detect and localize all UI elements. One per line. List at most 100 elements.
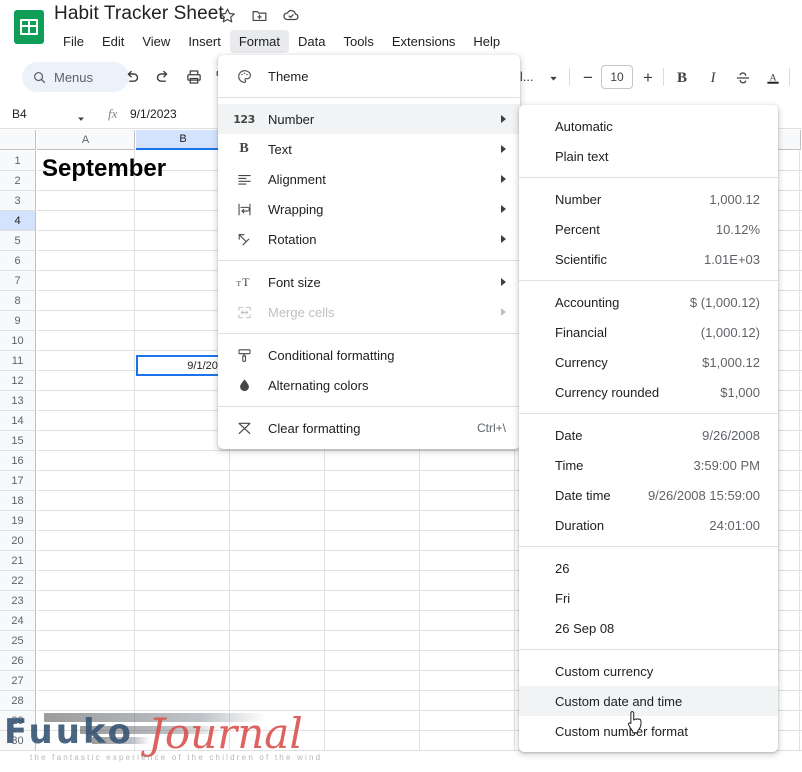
grid-cell[interactable] [37,471,135,491]
grid-cell[interactable] [325,491,420,511]
grid-cell[interactable] [420,631,515,651]
grid-cell[interactable] [135,571,230,591]
number-format-item-26-sep-08[interactable]: 26 Sep 08 [519,613,778,643]
grid-cell[interactable] [135,291,230,311]
menu-help[interactable]: Help [464,30,509,53]
grid-cell[interactable] [37,511,135,531]
grid-cell[interactable] [230,591,325,611]
grid-cell[interactable] [230,631,325,651]
grid-cell[interactable] [37,531,135,551]
grid-cell[interactable] [135,231,230,251]
formula-input[interactable]: 9/1/2023 [130,106,177,123]
number-format-item-scientific[interactable]: Scientific 1.01E+03 [519,244,778,274]
cloud-saved-icon[interactable] [280,4,302,26]
format-menu-item-text[interactable]: B Text [218,134,520,164]
grid-cell[interactable] [135,551,230,571]
format-menu-item-alternating-colors[interactable]: Alternating colors [218,370,520,400]
menu-extensions[interactable]: Extensions [383,30,465,53]
grid-cell[interactable] [135,411,230,431]
grid-cell[interactable] [420,691,515,711]
number-format-item-percent[interactable]: Percent 10.12% [519,214,778,244]
grid-cell[interactable] [135,211,230,231]
grid-cell[interactable] [325,731,420,751]
grid-cell[interactable] [230,651,325,671]
grid-cell[interactable] [230,671,325,691]
format-menu-item-number[interactable]: 123 Number [218,104,520,134]
grid-cell[interactable] [325,651,420,671]
grid-cell[interactable] [37,611,135,631]
grid-cell[interactable] [420,611,515,631]
italic-button[interactable]: I [701,66,725,90]
menu-data[interactable]: Data [289,30,334,53]
grid-cell[interactable] [135,431,230,451]
grid-cell[interactable] [230,611,325,631]
grid-cell[interactable] [37,571,135,591]
undo-icon[interactable] [120,65,144,89]
row-header-14[interactable]: 14 [0,411,36,431]
grid-cell[interactable] [37,271,135,291]
grid-cell[interactable] [135,611,230,631]
grid-cell[interactable] [420,711,515,731]
grid-cell[interactable] [135,491,230,511]
number-format-item-accounting[interactable]: Accounting $ (1,000.12) [519,287,778,317]
document-title[interactable]: Habit Tracker Sheet [54,3,224,25]
row-header-19[interactable]: 19 [0,511,36,531]
grid-cell[interactable] [420,671,515,691]
row-header-2[interactable]: 2 [0,171,36,191]
menu-format[interactable]: Format [229,30,289,53]
grid-cell[interactable] [37,211,135,231]
grid-cell[interactable] [37,331,135,351]
format-menu-item-clear-formatting[interactable]: Clear formatting Ctrl+\ [218,413,520,443]
cell-B4-selected[interactable]: 9/1/202 [136,355,230,376]
grid-cell[interactable] [37,671,135,691]
grid-cell[interactable] [135,451,230,471]
grid-cell[interactable] [37,591,135,611]
format-menu-item-alignment[interactable]: Alignment [218,164,520,194]
row-header-6[interactable]: 6 [0,251,36,271]
grid-cell[interactable] [37,711,135,731]
format-menu-item-font-size[interactable]: T T Font size [218,267,520,297]
grid-cell[interactable] [325,551,420,571]
column-header-B[interactable]: B [136,130,231,150]
menu-insert[interactable]: Insert [179,30,230,53]
grid-cell[interactable] [135,651,230,671]
grid-cell[interactable] [37,491,135,511]
grid-cell[interactable] [325,531,420,551]
move-folder-icon[interactable] [248,4,270,26]
grid-cell[interactable] [135,251,230,271]
grid-cell[interactable] [135,711,230,731]
grid-cell[interactable] [420,491,515,511]
grid-cell[interactable] [420,551,515,571]
row-header-15[interactable]: 15 [0,431,36,451]
search-menus-input[interactable]: Menus [22,62,129,92]
row-header-5[interactable]: 5 [0,231,36,251]
row-header-10[interactable]: 10 [0,331,36,351]
grid-cell[interactable] [135,271,230,291]
number-format-item-currency[interactable]: Currency $1,000.12 [519,347,778,377]
number-format-item-custom-date-and-time[interactable]: Custom date and time [519,686,778,716]
grid-cell[interactable] [230,491,325,511]
name-box-chevron-down-icon[interactable] [76,111,86,129]
star-icon[interactable] [216,4,238,26]
grid-cell[interactable] [420,531,515,551]
strikethrough-icon[interactable] [731,66,755,90]
grid-cell[interactable] [420,511,515,531]
row-header-11[interactable]: 11 [0,351,36,371]
row-header-18[interactable]: 18 [0,491,36,511]
grid-cell[interactable] [420,731,515,751]
grid-cell[interactable] [325,571,420,591]
number-format-item-date[interactable]: Date 9/26/2008 [519,420,778,450]
number-format-item-fri[interactable]: Fri [519,583,778,613]
row-header-21[interactable]: 21 [0,551,36,571]
grid-cell[interactable] [325,471,420,491]
row-header-1[interactable]: 1 [0,151,36,171]
row-header-3[interactable]: 3 [0,191,36,211]
grid-cell[interactable] [37,411,135,431]
grid-cell[interactable] [230,551,325,571]
select-all-corner[interactable] [0,130,36,150]
grid-cell[interactable] [230,511,325,531]
grid-cell[interactable] [420,651,515,671]
grid-cell[interactable] [135,391,230,411]
row-header-25[interactable]: 25 [0,631,36,651]
grid-cell[interactable] [230,691,325,711]
